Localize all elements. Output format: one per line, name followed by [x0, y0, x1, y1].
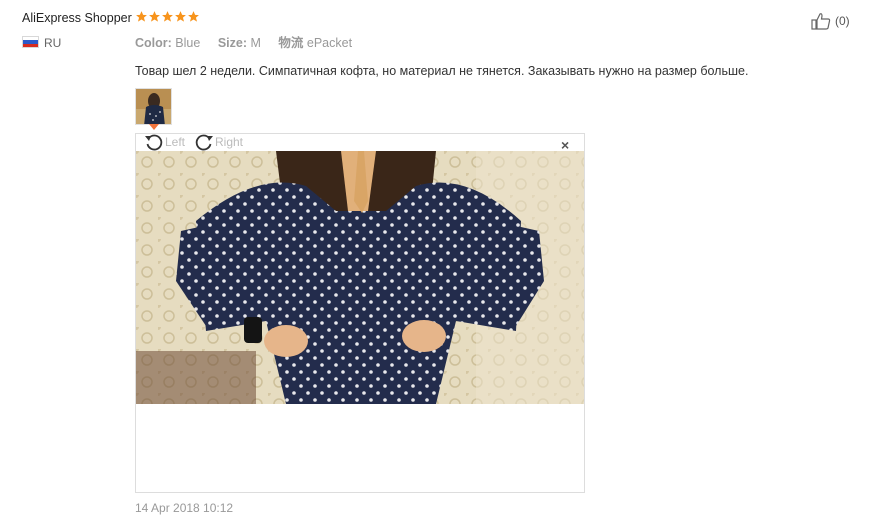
buyer-name: AliExpress Shopper: [22, 11, 132, 25]
rotate-left-label: Left: [165, 135, 186, 149]
rotate-right-icon: [195, 134, 213, 151]
review-photo: [136, 151, 584, 404]
order-attributes: Color: Blue Size: M 物流 ePacket: [135, 32, 366, 51]
attr-size-key: Size:: [217, 36, 247, 50]
rotate-right-label: Right: [215, 135, 244, 149]
helpful-count: (0): [835, 14, 850, 28]
review-date: 14 Apr 2018 10:12: [135, 501, 234, 515]
thumbnail-pointer: [149, 124, 159, 130]
attr-color-value: Blue: [175, 36, 201, 50]
star-icon: [136, 11, 147, 22]
review-photo-thumbnail[interactable]: [135, 88, 172, 125]
rotate-left-icon: [145, 134, 163, 151]
star-icon: [149, 11, 160, 22]
review-text: Товар шел 2 недели. Симпатичная кофта, н…: [135, 64, 749, 78]
rating-stars: [135, 10, 200, 23]
attr-shipping-value: ePacket: [306, 36, 353, 50]
attr-shipping-key: 物流: [278, 36, 304, 50]
thumbs-up-icon: [811, 13, 831, 30]
star-icon: [162, 11, 173, 22]
rotate-left-button[interactable]: Left: [144, 132, 185, 152]
russia-flag-icon: [22, 36, 39, 48]
attr-color-key: Color:: [135, 36, 172, 50]
star-icon: [188, 11, 199, 22]
helpful-button[interactable]: (0): [811, 12, 850, 30]
star-icon: [175, 11, 186, 22]
buyer-country: RU: [44, 36, 62, 50]
attr-size-value: M: [250, 36, 261, 50]
rotate-right-button[interactable]: Right: [194, 132, 243, 152]
